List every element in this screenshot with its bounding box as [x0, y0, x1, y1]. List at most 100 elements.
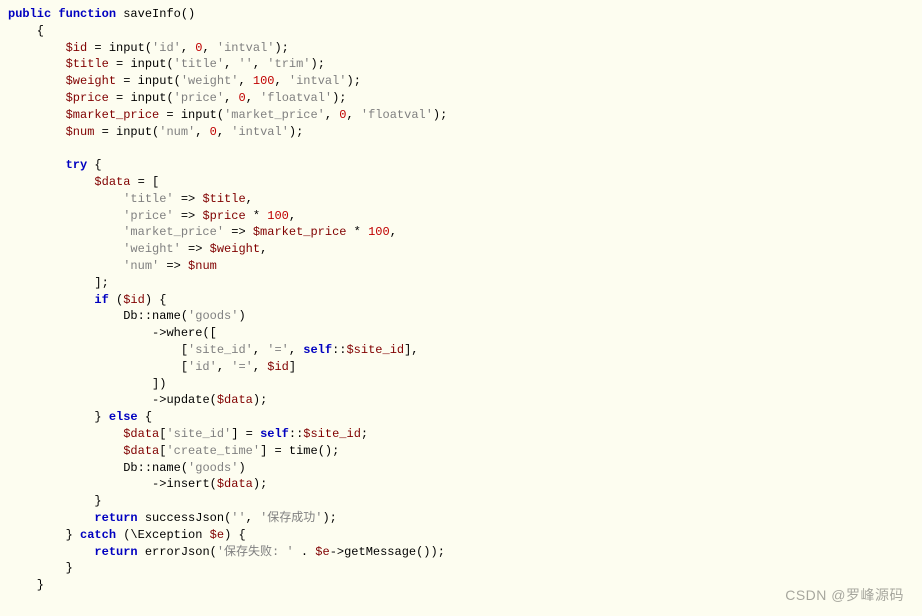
string: 'intval': [289, 74, 347, 88]
string: '保存成功': [260, 511, 322, 525]
variable: $data: [123, 444, 159, 458]
code-block: public function saveInfo() { $id = input…: [8, 6, 914, 594]
string: 'floatval': [260, 91, 332, 105]
keyword-function: function: [58, 7, 116, 21]
string: 'market_price': [123, 225, 224, 239]
line: $title = input('title', '', 'trim');: [8, 57, 325, 71]
string: 'market_price': [224, 108, 325, 122]
keyword-self: self: [303, 343, 332, 357]
string: '': [231, 511, 245, 525]
line: Db::name('goods'): [8, 309, 246, 323]
variable: $title: [202, 192, 245, 206]
variable: $weight: [210, 242, 260, 256]
function-call: errorJson: [145, 545, 210, 559]
variable: $site_id: [303, 427, 361, 441]
line: {: [8, 24, 44, 38]
function-call: input: [116, 125, 152, 139]
variable: $price: [66, 91, 109, 105]
string: 'intval': [231, 125, 289, 139]
line: ['site_id', '=', self::$site_id],: [8, 343, 419, 357]
variable: $market_price: [66, 108, 160, 122]
string: 'floatval': [361, 108, 433, 122]
keyword-else: else: [109, 410, 138, 424]
keyword-return: return: [94, 511, 137, 525]
string: 'num': [159, 125, 195, 139]
string: 'trim': [267, 57, 310, 71]
line: 'weight' => $weight,: [8, 242, 267, 256]
variable: $title: [66, 57, 109, 71]
line: $market_price = input('market_price', 0,…: [8, 108, 447, 122]
line: $data['site_id'] = self::$site_id;: [8, 427, 368, 441]
string: 'price': [123, 209, 173, 223]
line: }: [8, 561, 73, 575]
line: ];: [8, 276, 109, 290]
number: 100: [368, 225, 390, 239]
string: '': [238, 57, 252, 71]
class-name: Exception: [138, 528, 203, 542]
watermark-text: CSDN @罗峰源码: [785, 586, 904, 606]
line: $price = input('price', 0, 'floatval');: [8, 91, 347, 105]
line: $id = input('id', 0, 'intval');: [8, 41, 289, 55]
function-call: successJson: [145, 511, 224, 525]
string: 'site_id': [166, 427, 231, 441]
line: ['id', '=', $id]: [8, 360, 296, 374]
string: 'title': [174, 57, 224, 71]
line: }: [8, 494, 102, 508]
line: return successJson('', '保存成功');: [8, 511, 337, 525]
variable: $market_price: [253, 225, 347, 239]
string: 'site_id': [188, 343, 253, 357]
line: }: [8, 578, 44, 592]
line: ]): [8, 377, 166, 391]
function-call: time: [289, 444, 318, 458]
variable: $data: [94, 175, 130, 189]
variable: $data: [217, 393, 253, 407]
string: 'intval': [217, 41, 275, 55]
string: '=': [267, 343, 289, 357]
line: ->insert($data);: [8, 477, 267, 491]
line: 'title' => $title,: [8, 192, 253, 206]
function-call: input: [130, 57, 166, 71]
variable: $num: [66, 125, 95, 139]
number: 0: [210, 125, 217, 139]
string: 'price': [174, 91, 224, 105]
line: ->update($data);: [8, 393, 267, 407]
line: $data['create_time'] = time();: [8, 444, 339, 458]
keyword-catch: catch: [80, 528, 116, 542]
method: getMessage: [344, 545, 416, 559]
method: insert: [166, 477, 209, 491]
string: 'id': [188, 360, 217, 374]
variable: $price: [202, 209, 245, 223]
line: 'num' => $num: [8, 259, 217, 273]
class-name: Db: [123, 309, 137, 323]
line: } catch (\Exception $e) {: [8, 528, 246, 542]
variable: $id: [267, 360, 289, 374]
line: ->where([: [8, 326, 217, 340]
line: Db::name('goods'): [8, 461, 246, 475]
number: 100: [267, 209, 289, 223]
keyword-public: public: [8, 7, 51, 21]
string: 'weight': [123, 242, 181, 256]
variable: $id: [123, 293, 145, 307]
string: 'weight': [181, 74, 239, 88]
string: 'goods': [188, 461, 238, 475]
keyword-if: if: [94, 293, 108, 307]
number: 100: [253, 74, 275, 88]
line: $weight = input('weight', 100, 'intval')…: [8, 74, 361, 88]
function-call: input: [130, 91, 166, 105]
string: 'create_time': [166, 444, 260, 458]
method: update: [166, 393, 209, 407]
number: 0: [339, 108, 346, 122]
method: where: [166, 326, 202, 340]
function-call: input: [138, 74, 174, 88]
function-call: input: [181, 108, 217, 122]
parens: (): [181, 7, 195, 21]
keyword-try: try: [66, 158, 88, 172]
line: 'price' => $price * 100,: [8, 209, 296, 223]
string: 'title': [123, 192, 173, 206]
keyword-return: return: [94, 545, 137, 559]
line: public function saveInfo(): [8, 7, 195, 21]
variable: $e: [315, 545, 329, 559]
variable: $weight: [66, 74, 116, 88]
keyword-self: self: [260, 427, 289, 441]
string: 'num': [123, 259, 159, 273]
